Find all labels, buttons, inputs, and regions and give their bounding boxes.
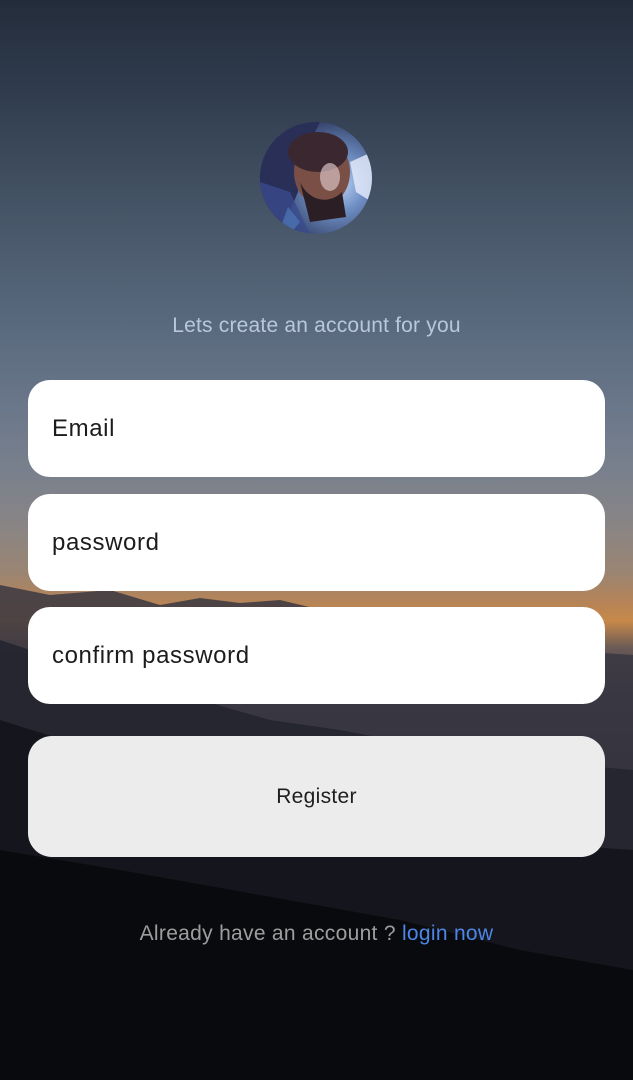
email-field[interactable]: Email [28,380,605,477]
register-button[interactable]: Register [28,736,605,857]
confirm-password-placeholder: confirm password [52,641,250,669]
login-now-link[interactable]: login now [402,922,493,945]
login-prompt-text: Already have an account ? [139,922,396,945]
email-placeholder: Email [52,414,116,442]
register-screen: Lets create an account for you Email pas… [0,0,633,1080]
login-prompt: Already have an account ? login now [0,922,633,946]
avatar-portrait-image [260,122,372,234]
profile-avatar [260,122,372,234]
page-subtitle: Lets create an account for you [172,314,461,337]
password-field[interactable]: password [28,494,605,591]
register-button-label: Register [276,784,357,808]
password-placeholder: password [52,528,160,556]
confirm-password-field[interactable]: confirm password [28,607,605,704]
